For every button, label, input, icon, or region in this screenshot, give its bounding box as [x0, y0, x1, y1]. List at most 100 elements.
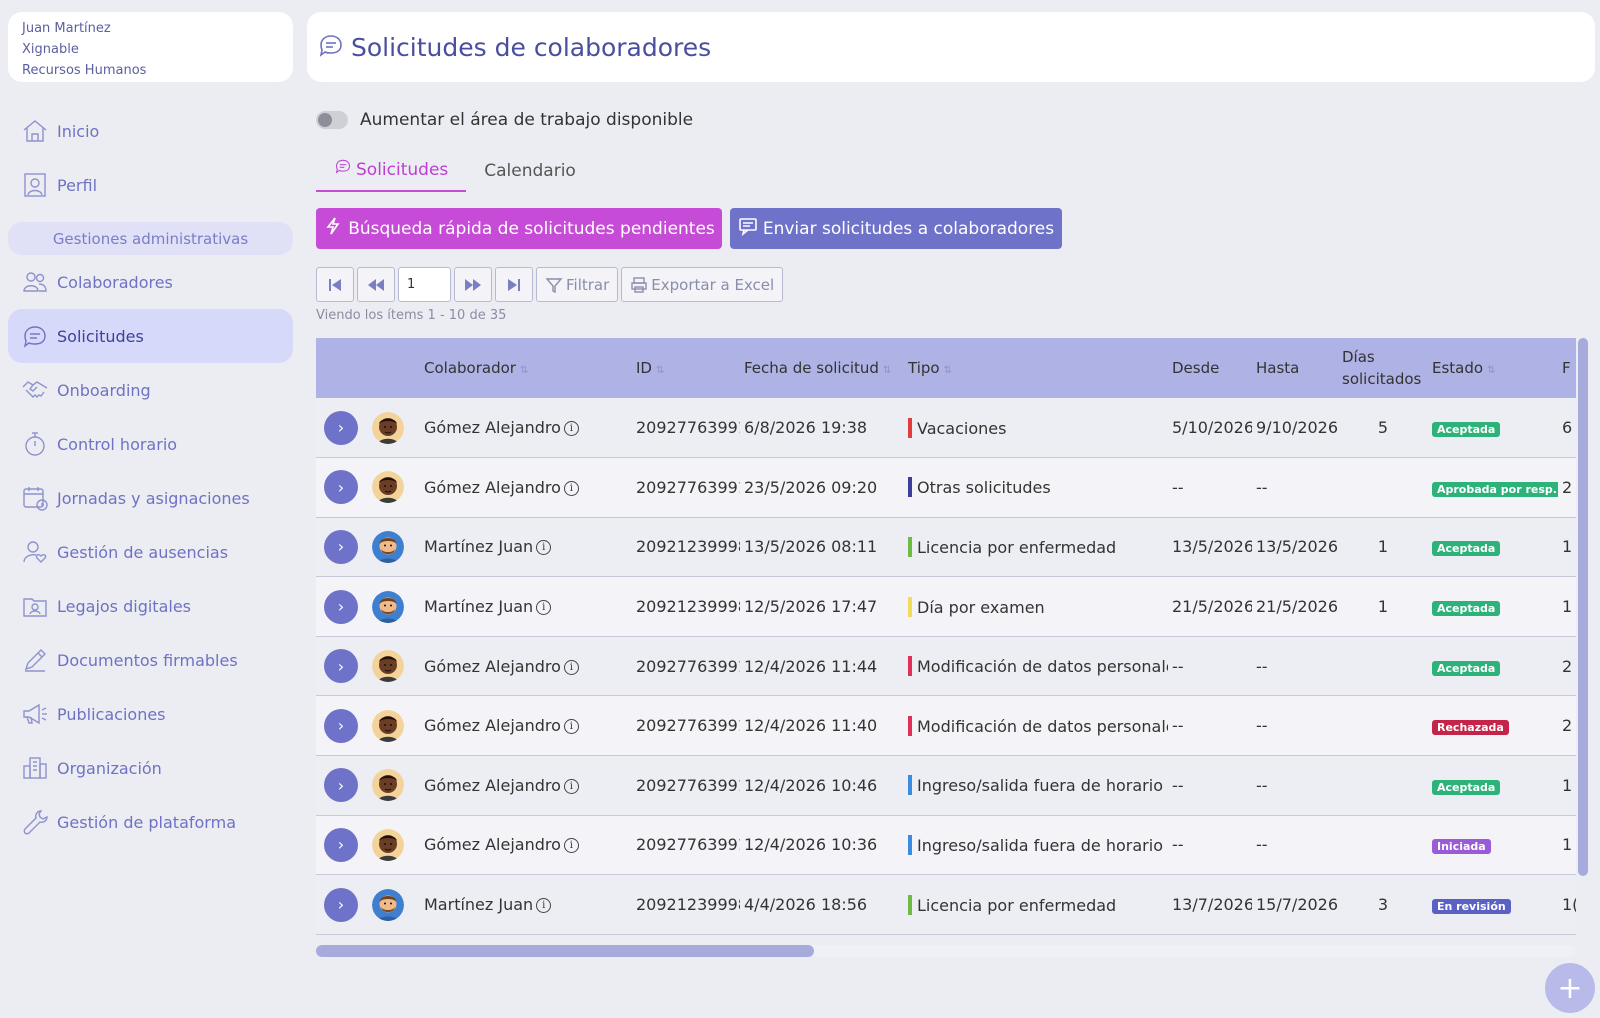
sort-icon[interactable]: ⇅ [883, 365, 892, 376]
header-colaborador[interactable]: Colaborador ⇅ [420, 338, 632, 398]
send-requests-button[interactable]: Enviar solicitudes a colaboradores [730, 208, 1062, 249]
table-row[interactable]: › Gómez Alejandro i 20927763991 12/4/2026… [316, 755, 1576, 816]
home-icon [20, 116, 50, 146]
status-badge: Aceptada [1432, 601, 1501, 617]
header-id[interactable]: ID ⇅ [632, 338, 740, 398]
expand-row-button[interactable]: › [324, 887, 358, 922]
id-cell: 20927763991 [636, 716, 740, 736]
info-icon[interactable]: i [563, 719, 579, 735]
status-badge: Aceptada [1432, 422, 1501, 438]
info-icon[interactable]: i [563, 778, 579, 794]
table-row[interactable]: › Gómez Alejandro i 20927763991 12/4/2026… [316, 815, 1576, 875]
table-row[interactable]: › Gómez Alejandro i 20927763991 6/8/2026 … [316, 398, 1576, 458]
info-icon[interactable]: i [563, 838, 579, 854]
table-row[interactable]: › Martínez Juan i 20921239998 12/5/2026 1… [316, 576, 1576, 637]
status-badge: Aceptada [1432, 541, 1501, 557]
sidebar-item-colaboradores[interactable]: Colaboradores [8, 255, 293, 309]
avatar-cell [368, 875, 420, 935]
expand-row-button[interactable]: › [324, 470, 358, 505]
sidebar-item-jornadas[interactable]: Jornadas y asignaciones [8, 471, 293, 525]
sidebar-item-inicio[interactable]: Inicio [8, 104, 293, 158]
dias-cell: 1 [1377, 597, 1389, 617]
info-icon[interactable]: i [563, 659, 579, 675]
expand-row-button[interactable]: › [324, 649, 358, 684]
table-row[interactable]: › Martínez Juan i 20921239998 13/5/2026 0… [316, 517, 1576, 577]
expand-row-button[interactable]: › [324, 410, 358, 445]
expand-row-button[interactable]: › [324, 827, 358, 862]
extra-cell: 1 [1562, 835, 1573, 855]
sidebar-item-documentos[interactable]: Documentos firmables [8, 633, 293, 687]
expand-cell: › [316, 577, 368, 637]
sidebar-item-organizacion[interactable]: Organización [8, 741, 293, 795]
expand-cell: › [316, 815, 368, 875]
id-cell: 20921239998 [636, 537, 740, 557]
info-icon[interactable]: i [563, 421, 579, 437]
prev-page-button[interactable] [357, 267, 395, 302]
export-excel-button[interactable]: Exportar a Excel [621, 267, 784, 302]
fecha-cell: 12/4/2026 11:44 [744, 656, 878, 676]
fecha-cell: 23/5/2026 09:20 [744, 477, 878, 497]
workspace-toggle[interactable] [316, 111, 348, 129]
info-icon[interactable]: i [563, 480, 579, 496]
avatar-cell [368, 577, 420, 637]
page-header: Solicitudes de colaboradores [307, 12, 1595, 82]
chat-icon [334, 159, 356, 180]
sort-icon[interactable]: ⇅ [656, 365, 665, 376]
workspace-toggle-label: Aumentar el área de trabajo disponible [360, 110, 694, 130]
filter-button[interactable]: Filtrar [536, 267, 619, 302]
tipo-cell: Ingreso/salida fuera de horario [904, 815, 1168, 875]
desde-cell: 5/10/2026 [1172, 418, 1252, 438]
info-icon[interactable]: i [536, 898, 552, 914]
expand-row-button[interactable]: › [324, 708, 358, 743]
header-tipo[interactable]: Tipo ⇅ [904, 338, 1168, 398]
sidebar-item-solicitudes[interactable]: Solicitudes [8, 309, 293, 363]
sort-icon[interactable]: ⇅ [520, 365, 529, 376]
tab-calendario[interactable]: Calendario [466, 150, 594, 192]
sidebar-item-publicaciones[interactable]: Publicaciones [8, 687, 293, 741]
tab-solicitudes[interactable]: Solicitudes [316, 150, 467, 192]
sidebar-item-control-horario[interactable]: Control horario [8, 417, 293, 471]
sidebar-item-plataforma[interactable]: Gestión de plataforma [8, 795, 293, 849]
sidebar-item-ausencias[interactable]: Gestión de ausencias [8, 525, 293, 579]
page-number-input[interactable] [398, 267, 451, 302]
user-heart-icon [20, 537, 50, 567]
table-row[interactable]: › Gómez Alejandro i 20927763991 12/4/2026… [316, 695, 1576, 756]
info-icon[interactable]: i [536, 600, 552, 616]
colaborador-name: Gómez Alejandro [424, 656, 561, 676]
add-fab-button[interactable]: + [1545, 963, 1595, 1013]
next-page-button[interactable] [454, 267, 492, 302]
avatar [372, 530, 416, 563]
sidebar-item-onboarding[interactable]: Onboarding [8, 363, 293, 417]
megaphone-icon [20, 699, 50, 729]
table-row[interactable]: › Gómez Alejandro i 20927763991 23/5/2026… [316, 457, 1576, 518]
status-badge: Aceptada [1432, 779, 1501, 795]
table-row[interactable]: › Martínez Juan i 20921239998 4/4/2026 18… [316, 874, 1576, 935]
quick-search-button[interactable]: Búsqueda rápida de solicitudes pendiente… [316, 208, 722, 249]
sort-icon[interactable]: ⇅ [944, 365, 953, 376]
expand-row-button[interactable]: › [324, 589, 358, 624]
extra-cell: 1( [1562, 895, 1576, 915]
first-page-button[interactable] [316, 267, 354, 302]
header-label: ID [636, 359, 652, 377]
expand-row-button[interactable]: › [324, 768, 358, 803]
stopwatch-icon [20, 429, 50, 459]
desde-cell: -- [1172, 835, 1184, 855]
expand-row-button[interactable]: › [324, 529, 358, 564]
avatar-cell [368, 517, 420, 577]
horizontal-scrollbar-thumb[interactable] [316, 945, 814, 957]
items-count: Viendo los ítems 1 - 10 de 35 [316, 308, 507, 323]
table-row[interactable]: › Gómez Alejandro i 20927763991 12/4/2026… [316, 636, 1576, 696]
sidebar-item-legajos[interactable]: Legajos digitales [8, 579, 293, 633]
header-estado[interactable]: Estado ⇅ [1428, 338, 1558, 398]
info-icon[interactable]: i [536, 540, 552, 556]
fecha-cell: 12/4/2026 10:36 [744, 835, 878, 855]
header-fecha[interactable]: Fecha de solicitud ⇅ [740, 338, 904, 398]
chat-icon [20, 321, 50, 351]
sidebar-item-perfil[interactable]: Perfil [8, 158, 293, 212]
pager: Filtrar Exportar a Excel [316, 267, 784, 302]
vertical-scrollbar-thumb[interactable] [1578, 338, 1588, 876]
last-page-button[interactable] [495, 267, 533, 302]
status-badge: Aprobada por resp. [1432, 481, 1558, 497]
sidebar-item-label: Colaboradores [57, 272, 173, 292]
sort-icon[interactable]: ⇅ [1487, 365, 1496, 376]
